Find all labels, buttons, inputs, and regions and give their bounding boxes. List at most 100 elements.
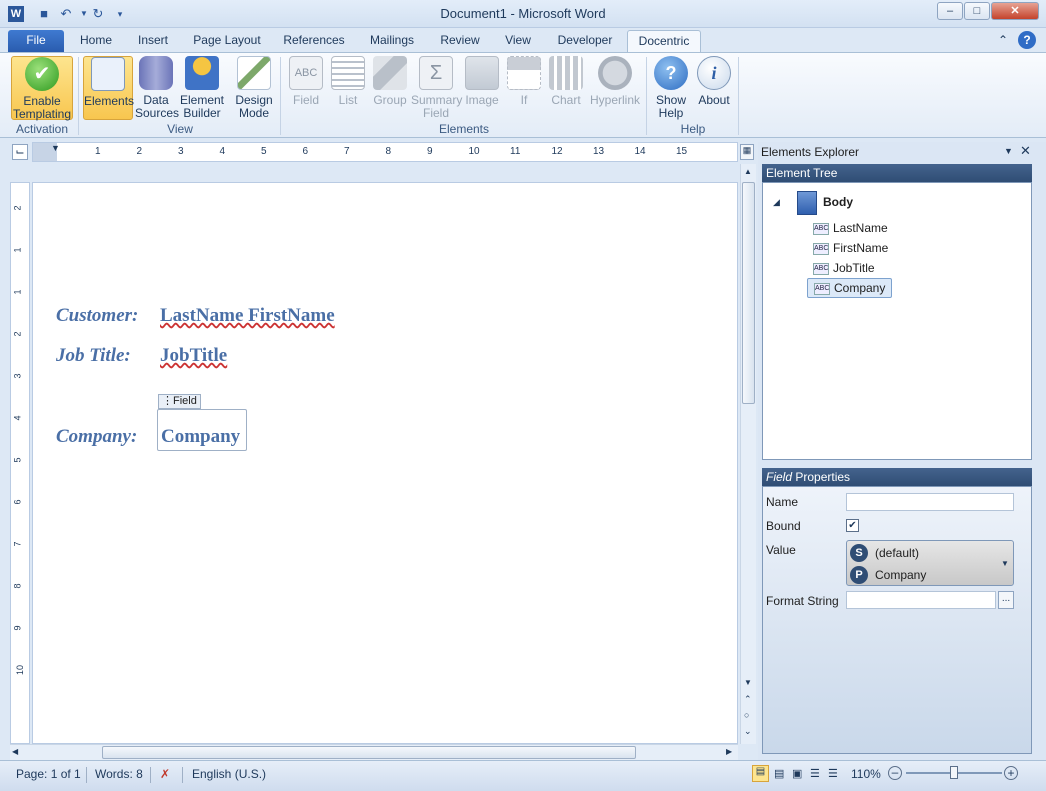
pane-options-icon[interactable]: ▼ xyxy=(1004,146,1013,156)
draft-view-icon[interactable]: ☰ xyxy=(828,767,838,780)
word-count[interactable]: Words: 8 xyxy=(95,767,143,781)
vertical-scroll-thumb[interactable] xyxy=(742,182,755,404)
vertical-scrollbar[interactable]: ▲ ▼ ⌃ ○ ⌄ xyxy=(740,164,756,744)
zoom-slider-thumb[interactable] xyxy=(950,766,958,779)
field-button[interactable]: ABC Field xyxy=(287,56,325,107)
page-count[interactable]: Page: 1 of 1 xyxy=(16,767,81,781)
horizontal-scrollbar[interactable]: ◀ ▶ xyxy=(10,744,738,760)
group-label-elements: Elements xyxy=(438,122,490,136)
tree-item-company[interactable]: ABC Company xyxy=(807,278,893,298)
hyperlink-button[interactable]: Hyperlink xyxy=(589,56,641,107)
abc-field-icon: ABC xyxy=(814,282,830,295)
full-screen-view-icon[interactable]: ▤ xyxy=(774,767,784,780)
ruler-number: 3 xyxy=(178,146,184,157)
tab-developer[interactable]: Developer xyxy=(548,30,622,52)
zoom-out-icon[interactable]: – xyxy=(888,766,902,780)
ruler-number: 14 xyxy=(634,146,646,157)
group-button[interactable]: Group xyxy=(371,56,409,107)
pane-close-icon[interactable]: ✕ xyxy=(1020,143,1031,159)
job-title-field[interactable]: JobTitle xyxy=(160,345,227,367)
format-string-browse-button[interactable]: ... xyxy=(998,591,1014,609)
image-icon xyxy=(465,56,499,90)
scroll-down-icon[interactable]: ▼ xyxy=(744,678,752,687)
element-builder-button[interactable]: Element Builder xyxy=(179,56,225,120)
group-separator xyxy=(280,57,281,135)
outline-view-icon[interactable]: ☰ xyxy=(810,767,820,780)
tree-item-lastname[interactable]: ABC LastName xyxy=(813,219,888,239)
language-indicator[interactable]: English (U.S.) xyxy=(192,767,266,781)
tab-file[interactable]: File xyxy=(8,30,64,52)
tab-page-layout[interactable]: Page Layout xyxy=(186,30,268,52)
ruler-number: 9 xyxy=(427,146,433,157)
zoom-level[interactable]: 110% xyxy=(851,767,881,781)
scroll-up-icon[interactable]: ▲ xyxy=(744,167,752,176)
vruler-number: 1 xyxy=(12,247,23,253)
tab-selector-icon[interactable]: ⌙ xyxy=(12,144,28,160)
job-title-label: Job Title: xyxy=(56,345,131,366)
tab-view[interactable]: View xyxy=(496,30,540,52)
zoom-in-icon[interactable]: + xyxy=(1004,766,1018,780)
image-button[interactable]: Image xyxy=(463,56,501,107)
element-tree[interactable]: ◢ Body ABC LastName ABC FirstName ABC JobTi… xyxy=(762,182,1032,460)
bound-checkbox[interactable]: ✔ xyxy=(846,519,859,532)
tab-review[interactable]: Review xyxy=(432,30,488,52)
document-page[interactable]: Customer: LastName FirstName Job Title: … xyxy=(32,182,738,744)
properties-header: Field Properties xyxy=(762,468,1032,486)
tab-mailings[interactable]: Mailings xyxy=(360,30,424,52)
if-button[interactable]: If xyxy=(507,56,541,107)
view-ruler-icon[interactable]: ▦ xyxy=(740,144,754,160)
vruler-number: 7 xyxy=(12,541,23,547)
tab-references[interactable]: References xyxy=(276,30,352,52)
browse-object-icon[interactable]: ○ xyxy=(744,710,749,720)
vruler-number: 2 xyxy=(12,331,23,337)
collapse-icon[interactable]: ◢ xyxy=(773,197,780,208)
enable-templating-button[interactable]: ✔ Enable Templating xyxy=(11,56,73,121)
previous-page-icon[interactable]: ⌃ xyxy=(744,694,752,705)
proofing-icon[interactable]: ✗ xyxy=(160,767,170,781)
bound-label: Bound xyxy=(766,519,801,533)
tab-home[interactable]: Home xyxy=(72,30,120,52)
chart-button[interactable]: Chart xyxy=(547,56,585,107)
design-mode-button[interactable]: Design Mode xyxy=(231,56,277,120)
about-button[interactable]: i About xyxy=(694,56,734,107)
abc-field-icon: ABC xyxy=(813,222,829,235)
tab-docentric[interactable]: Docentric xyxy=(627,30,701,53)
name-input[interactable] xyxy=(846,493,1014,511)
customer-field[interactable]: LastName FirstName xyxy=(160,305,335,327)
dropdown-arrow-icon[interactable]: ▼ xyxy=(1001,559,1009,568)
next-page-icon[interactable]: ⌄ xyxy=(744,726,752,737)
close-button[interactable]: ✕ xyxy=(991,2,1039,20)
document-icon xyxy=(797,191,817,215)
vertical-ruler[interactable]: 2 1 1 2 3 4 5 6 7 8 9 10 xyxy=(10,182,30,744)
horizontal-scroll-thumb[interactable] xyxy=(102,746,636,759)
web-layout-view-icon[interactable]: ▣ xyxy=(792,767,802,780)
group-label-view: View xyxy=(167,122,193,136)
value-binding-selector[interactable]: S (default) P Company ▼ xyxy=(846,540,1014,586)
scroll-right-icon[interactable]: ▶ xyxy=(726,747,732,756)
tree-item-firstname[interactable]: ABC FirstName xyxy=(813,239,888,259)
tab-insert[interactable]: Insert xyxy=(128,30,178,52)
format-string-input[interactable] xyxy=(846,591,996,609)
field-content-control[interactable]: Company xyxy=(157,409,247,451)
data-sources-button[interactable]: Data Sources xyxy=(135,56,179,120)
field-tag-handle[interactable]: ⋮Field xyxy=(158,394,201,409)
maximize-button[interactable]: □ xyxy=(964,2,990,20)
elements-button[interactable]: Elements xyxy=(83,56,134,120)
ruler-number: 12 xyxy=(551,146,563,157)
print-layout-view-icon[interactable]: ▤ xyxy=(752,765,769,782)
horizontal-ruler[interactable]: ▼ 1 2 3 4 5 6 7 8 9 10 11 12 13 14 15 xyxy=(32,142,738,162)
tree-item-jobtitle[interactable]: ABC JobTitle xyxy=(813,259,875,279)
minimize-ribbon-icon[interactable]: ⌃ xyxy=(998,33,1008,47)
scroll-left-icon[interactable]: ◀ xyxy=(12,747,18,756)
abc-field-icon: ABC xyxy=(289,56,323,90)
tree-root-body[interactable]: Body xyxy=(823,195,853,209)
show-help-button[interactable]: ? Show Help xyxy=(652,56,690,120)
chart-icon xyxy=(549,56,583,90)
help-icon[interactable]: ? xyxy=(1018,31,1036,49)
ruler-number: 6 xyxy=(302,146,309,157)
if-icon xyxy=(507,56,541,90)
element-tree-header: Element Tree xyxy=(762,164,1032,182)
minimize-button[interactable]: – xyxy=(937,2,963,20)
list-button[interactable]: List xyxy=(329,56,367,107)
summary-field-button[interactable]: Σ Summary Field xyxy=(411,56,462,120)
